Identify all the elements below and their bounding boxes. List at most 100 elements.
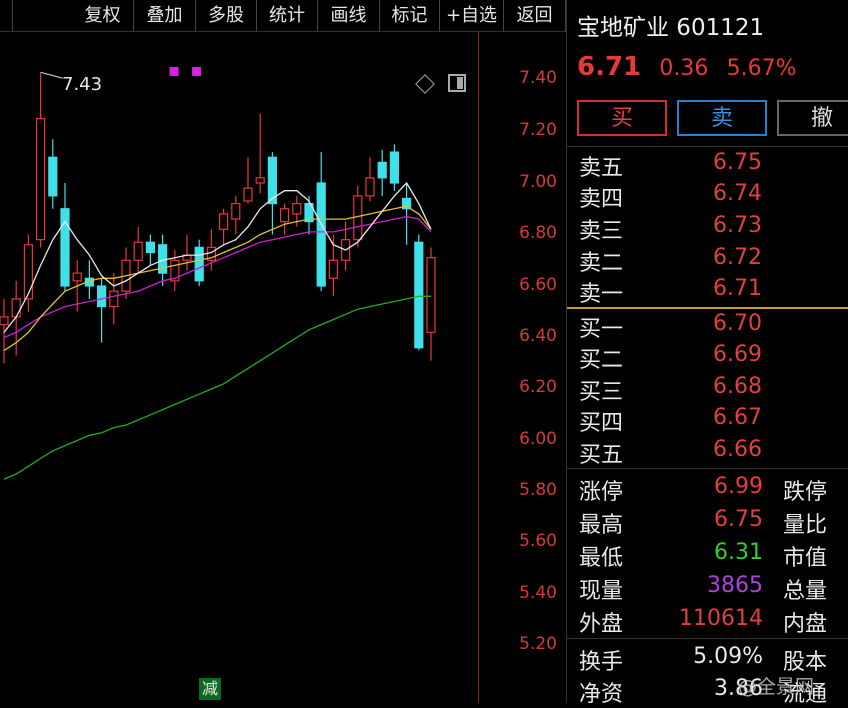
bid-price: 6.67 [713,405,762,430]
stat-right-label: 内盘 [783,612,828,637]
candle-up [231,203,241,220]
candle-up [353,195,363,241]
quote-panel: 宝地矿业 601121 6.71 0.36 5.67% 买 卖 撤 卖五 6.7… [566,0,848,707]
ask-price: 6.72 [713,245,762,270]
kline-plot[interactable] [0,32,478,703]
bid-label: 买五 [579,443,624,468]
bid-row-2[interactable]: 买二 6.69 [579,342,839,373]
candle-up [243,187,253,202]
candle-up [133,241,143,261]
buy-button[interactable]: 买 [577,100,667,136]
ask-row-4[interactable]: 卖四 6.74 [579,181,839,212]
divider [567,468,848,469]
bid-label: 买三 [579,380,624,405]
stat-row: 最低 6.31 市值 [579,540,848,572]
high-price-label: 7.43 [62,74,103,95]
ask-label: 卖二 [579,251,624,276]
toolbar-mark-button[interactable]: 标记 [380,0,440,31]
price-axis: 7.40 7.20 7.00 6.80 6.60 6.40 6.20 6.00 … [478,32,567,703]
stat-label: 外盘 [579,612,624,637]
price-tick-label: 6.20 [519,377,557,397]
price-change: 0.36 [659,56,709,81]
ask-label: 卖一 [579,282,624,307]
price-tick-label: 5.80 [519,480,557,500]
toolbar-fuquan-button[interactable]: 复权 [72,0,134,31]
high-price-pointer [40,71,63,79]
candle-up [0,316,9,326]
candle-down [145,241,155,254]
stat-value: 6.31 [714,540,763,565]
stat-label: 净资 [579,682,624,707]
kline-chart[interactable]: 7.40 7.20 7.00 6.80 6.60 6.40 6.20 6.00 … [0,32,566,703]
panel-toggle-icon[interactable] [448,74,466,92]
stat-value: 110614 [679,606,763,631]
candle-up [23,244,33,300]
stat-right-label: 市值 [783,546,828,571]
bid-price: 6.68 [713,374,762,399]
stat-row: 涨停 6.99 跌停 [579,474,848,506]
candle-up [255,177,265,184]
stock-name-code: 宝地矿业 601121 [577,15,765,41]
toolbar-multi-stock-button[interactable]: 多股 [196,0,257,31]
candle-up [219,213,229,230]
toolbar-back-button[interactable]: 返回 [504,0,566,31]
divider [567,146,848,147]
candle-up [72,272,82,282]
ask-row-5[interactable]: 卖五 6.75 [579,150,839,181]
candle-down [60,208,70,287]
toolbar-overlay-button[interactable]: 叠加 [134,0,196,31]
ask-label: 卖五 [579,156,624,181]
candle-down [414,241,424,349]
candle-up [365,177,375,197]
price-tick-label: 5.20 [519,634,557,654]
bid-label: 买二 [579,348,624,373]
stat-value: 3865 [707,573,763,598]
bid-row-3[interactable]: 买三 6.68 [579,374,839,405]
ask-label: 卖四 [579,187,624,212]
stat-right-label: 量比 [783,513,828,538]
ask-row-2[interactable]: 卖二 6.72 [579,245,839,276]
ask-row-3[interactable]: 卖三 6.73 [579,213,839,244]
ask-price: 6.74 [713,181,762,206]
toolbar-left-edge [0,0,13,31]
price-tick-label: 7.00 [519,172,557,192]
bid-label: 买四 [579,411,624,436]
stat-row: 现量 3865 总量 [579,573,848,605]
price-row: 6.71 0.36 5.67% [577,52,797,82]
stat-right-label: 跌停 [783,480,828,505]
candle-down [316,182,326,287]
bid-row-4[interactable]: 买四 6.67 [579,405,839,436]
price-change-pct: 5.67% [726,56,797,81]
ask-price: 6.73 [713,213,762,238]
stat-value: 6.75 [714,507,763,532]
sell-button[interactable]: 卖 [677,100,767,136]
stat-label: 换手 [579,650,624,675]
price-tick-label: 7.40 [519,68,557,88]
price-tick-label: 6.00 [519,429,557,449]
stat-label: 涨停 [579,480,624,505]
toolbar-draw-line-button[interactable]: 画线 [318,0,380,31]
watermark-text: @全景网 [738,676,815,698]
chart-toolbar: 复权 叠加 多股 统计 画线 标记 +自选 返回 [0,0,566,32]
bid-row-1[interactable]: 买一 6.70 [579,311,839,342]
candle-up [109,290,119,308]
ma60-line [3,295,431,480]
stat-row: 外盘 110614 内盘 [579,606,848,638]
bid-row-5[interactable]: 买五 6.66 [579,437,839,468]
candle-down [377,161,387,179]
stat-value: 6.99 [714,474,763,499]
toolbar-add-watchlist-button[interactable]: +自选 [440,0,504,31]
price-tick-label: 6.40 [519,326,557,346]
candle-up [35,118,46,241]
price-tick-label: 5.60 [519,531,557,551]
cancel-order-button[interactable]: 撤 [777,100,848,136]
stat-row: 最高 6.75 量比 [579,507,848,539]
stat-label: 现量 [579,579,624,604]
stat-label: 最低 [579,546,624,571]
candle-down [389,151,399,184]
candle-up [426,257,436,333]
bid-price: 6.66 [713,437,762,462]
candle-up [328,259,338,279]
toolbar-stats-button[interactable]: 统计 [257,0,318,31]
ask-row-1[interactable]: 卖一 6.71 [579,276,839,307]
